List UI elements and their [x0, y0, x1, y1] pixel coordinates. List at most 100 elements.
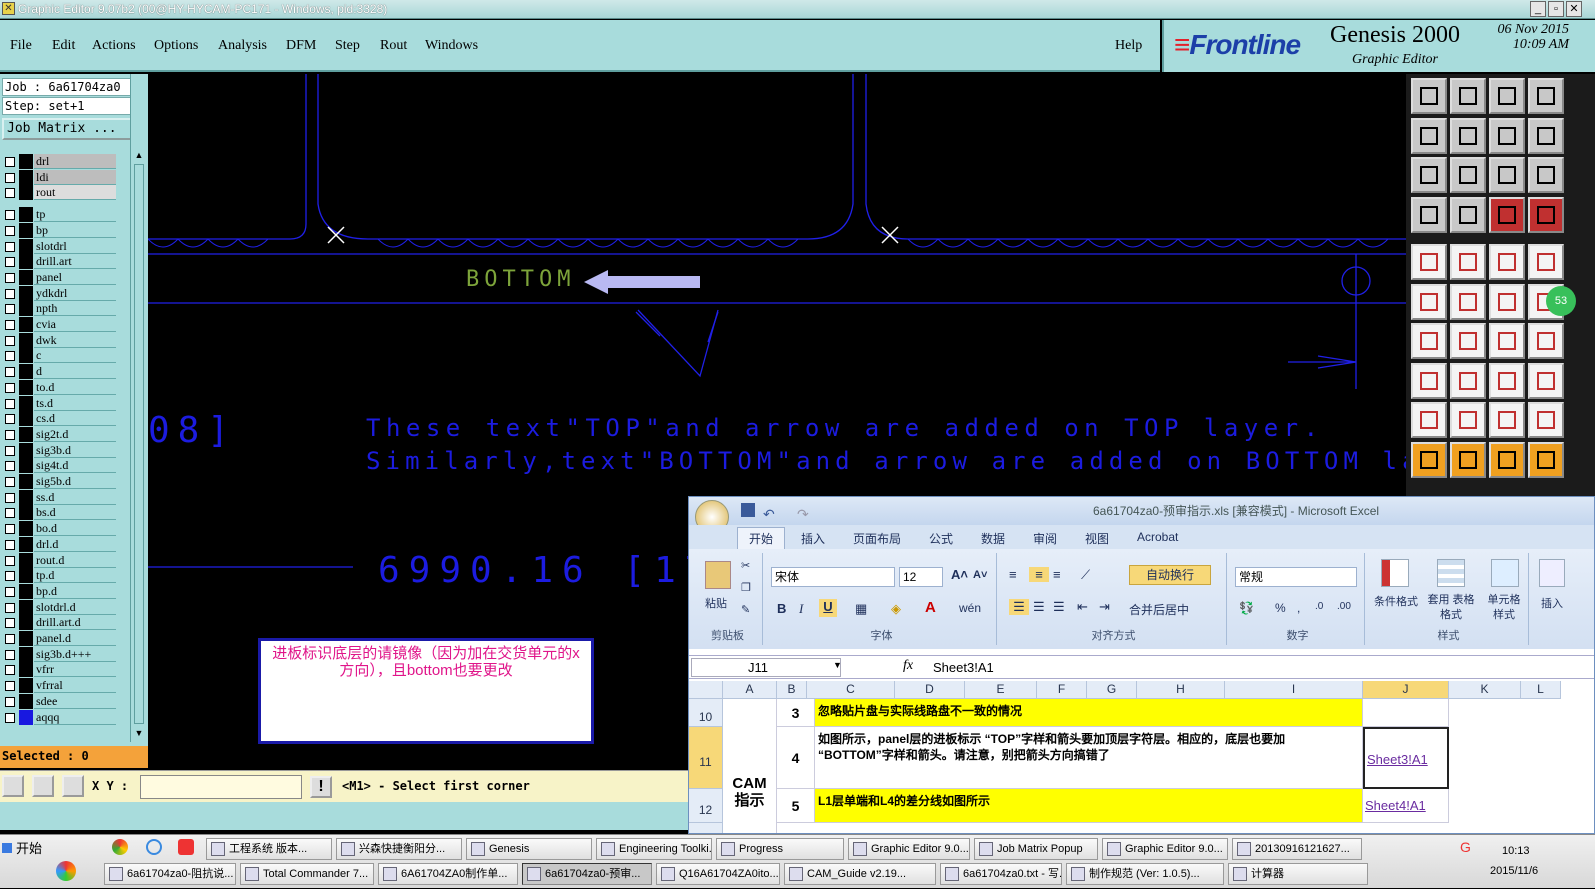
layer-list-scrollbar[interactable]: ▲ ▼: [130, 74, 146, 742]
layer-name[interactable]: cvia: [34, 317, 116, 332]
layer-name[interactable]: ts.d: [34, 395, 116, 411]
phonetic-icon[interactable]: wén: [959, 601, 981, 615]
layer-row[interactable]: aqqq: [0, 709, 118, 725]
help-icon[interactable]: [1528, 157, 1564, 193]
underline-button[interactable]: U: [819, 599, 837, 617]
number-format-select[interactable]: 常规: [1235, 567, 1357, 587]
layer-row[interactable]: sig4t.d: [0, 458, 118, 474]
orientation-icon[interactable]: ⟋: [1081, 567, 1090, 583]
decrease-indent-icon[interactable]: ⇤: [1077, 599, 1088, 615]
layer-checkbox[interactable]: [5, 445, 15, 456]
layer-row[interactable]: sig3b.d+++: [0, 646, 118, 662]
menu-rout[interactable]: Rout: [380, 38, 407, 54]
a-shape-icon[interactable]: [1489, 402, 1525, 438]
taskbar-button[interactable]: 6A61704ZA0制作单...: [378, 863, 518, 885]
currency-icon[interactable]: 💱: [1239, 601, 1254, 615]
layer-checkbox[interactable]: [5, 555, 15, 566]
layer-row[interactable]: d: [0, 364, 118, 380]
column-header[interactable]: L: [1521, 681, 1561, 699]
tray-app-icon[interactable]: G: [1460, 839, 1471, 855]
taskbar-button[interactable]: 计算器: [1228, 863, 1368, 885]
pad-icon[interactable]: [1411, 244, 1447, 280]
column-header[interactable]: C: [807, 681, 895, 699]
layer-name[interactable]: panel.d: [34, 631, 116, 646]
row-header[interactable]: 11: [689, 727, 723, 789]
layer-checkbox[interactable]: [5, 225, 15, 236]
layer-name[interactable]: vfrral: [34, 678, 116, 694]
layer-checkbox[interactable]: [5, 241, 15, 252]
align-top-icon[interactable]: ≡: [1009, 567, 1017, 582]
borders-icon[interactable]: ▦: [855, 601, 867, 617]
layer-checkbox[interactable]: [5, 681, 15, 692]
column-header[interactable]: H: [1137, 681, 1225, 699]
tab-acrobat[interactable]: Acrobat: [1137, 530, 1178, 544]
fill-color-icon[interactable]: ◈: [891, 601, 901, 617]
tab-insert[interactable]: 插入: [801, 530, 825, 547]
layer-name[interactable]: to.d: [34, 379, 116, 395]
font-name-select[interactable]: 宋体: [771, 567, 895, 587]
excel-window[interactable]: ↶ ↷ 6a61704za0-预审指示.xls [兼容模式] - Microso…: [688, 496, 1595, 834]
layer-name[interactable]: dwk: [34, 332, 116, 348]
link-cell[interactable]: [1363, 699, 1449, 727]
layer-row[interactable]: panel.d: [0, 631, 118, 646]
select-icon[interactable]: [1411, 441, 1447, 478]
job-matrix-button[interactable]: Job Matrix ...: [2, 118, 143, 140]
layer-row[interactable]: panel: [0, 269, 118, 285]
insert-cells-icon[interactable]: [1539, 559, 1565, 587]
netlist-compare-icon[interactable]: [1528, 196, 1564, 233]
italic-button[interactable]: I: [799, 601, 803, 617]
layer-row[interactable]: vfrral: [0, 678, 118, 694]
percent-icon[interactable]: %: [1275, 601, 1286, 615]
layer-name[interactable]: ydkdrl: [34, 285, 116, 301]
menu-actions[interactable]: Actions: [92, 38, 136, 54]
menu-windows[interactable]: Windows: [425, 38, 478, 54]
pan-left-icon[interactable]: [1411, 117, 1447, 154]
save-icon[interactable]: [741, 503, 755, 517]
tab-review[interactable]: 审阅: [1033, 530, 1057, 547]
menu-dfm[interactable]: DFM: [286, 38, 316, 54]
layer-name[interactable]: aqqq: [34, 709, 116, 725]
select-3-icon[interactable]: [1489, 441, 1525, 478]
instruction-cell[interactable]: L1层单端和L4的差分线如图所示: [815, 789, 1363, 823]
name-box-dropdown-icon[interactable]: ▼: [833, 660, 842, 670]
layer-row[interactable]: bo.d: [0, 521, 118, 537]
grid-icon[interactable]: [62, 775, 84, 797]
font-color-icon[interactable]: A: [925, 599, 936, 616]
layer-row[interactable]: ss.d: [0, 489, 118, 505]
layer-row[interactable]: drill.art: [0, 254, 118, 270]
layer-checkbox[interactable]: [5, 477, 15, 487]
close-button[interactable]: ✕: [1566, 1, 1582, 17]
layer-row[interactable]: sig5b.d: [0, 474, 118, 489]
point-icon[interactable]: [1411, 362, 1447, 399]
layer-checkbox[interactable]: [5, 508, 15, 519]
a-shape-2-icon[interactable]: [1528, 402, 1564, 438]
menu-analysis[interactable]: Analysis: [218, 38, 267, 54]
layer-name[interactable]: vfrr: [34, 662, 116, 678]
layer-row[interactable]: bp.d: [0, 583, 118, 599]
layer-checkbox[interactable]: [5, 398, 15, 409]
shrink-font-icon[interactable]: A˅: [973, 569, 987, 581]
format-table-button[interactable]: 套用 表格格式: [1427, 593, 1475, 623]
layer-checkbox[interactable]: [5, 320, 15, 330]
layer-name[interactable]: drl: [34, 154, 116, 169]
home-view-icon[interactable]: [1411, 78, 1447, 114]
layer-row[interactable]: slotdrl.d: [0, 599, 118, 615]
name-box[interactable]: J11: [691, 658, 841, 677]
column-header[interactable]: A: [723, 681, 777, 699]
column-header[interactable]: F: [1037, 681, 1087, 699]
layer-checkbox[interactable]: [5, 414, 15, 425]
line-icon[interactable]: [1450, 362, 1486, 399]
house-icon[interactable]: [1489, 78, 1525, 114]
font-size-select[interactable]: 12: [899, 567, 943, 587]
menu-options[interactable]: Options: [154, 38, 198, 54]
decrease-decimal-icon[interactable]: .00: [1337, 601, 1351, 612]
angle-icon[interactable]: [1411, 323, 1447, 359]
cross-icon[interactable]: [1450, 283, 1486, 320]
ruler-icon[interactable]: [1489, 244, 1525, 280]
redo-icon[interactable]: ↷: [797, 500, 809, 528]
cell-style-icon[interactable]: [1491, 559, 1519, 587]
column-header[interactable]: D: [895, 681, 965, 699]
item-number-cell[interactable]: 5: [777, 789, 815, 823]
layer-checkbox[interactable]: [5, 649, 15, 660]
info-icon[interactable]: !: [310, 776, 332, 798]
